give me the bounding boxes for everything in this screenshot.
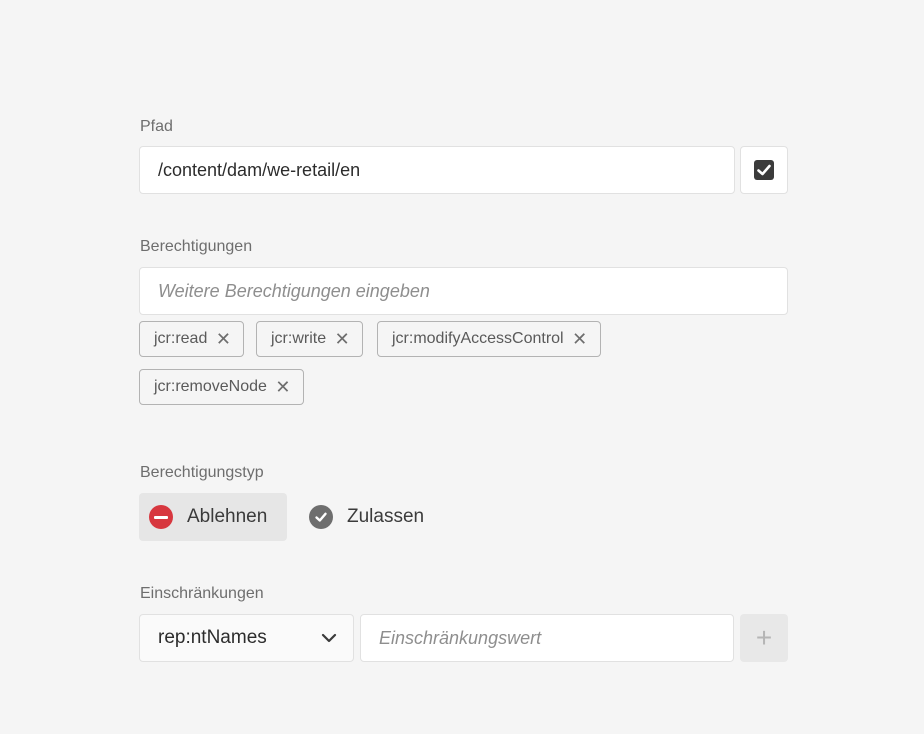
deny-label: Ablehnen bbox=[187, 506, 268, 527]
add-restriction-button[interactable]: + bbox=[740, 614, 788, 662]
restriction-type-select[interactable]: rep:ntNames bbox=[139, 614, 354, 662]
allow-option[interactable]: Zulassen bbox=[299, 493, 434, 541]
permission-tag-modify-access-control: jcr:modifyAccessControl ✕ bbox=[377, 321, 601, 357]
remove-tag-icon[interactable]: ✕ bbox=[334, 329, 350, 350]
tag-label: jcr:modifyAccessControl bbox=[392, 330, 564, 347]
plus-icon: + bbox=[755, 622, 773, 653]
tag-label: jcr:write bbox=[271, 330, 327, 347]
path-label: Pfad bbox=[140, 118, 173, 135]
restriction-value-input[interactable] bbox=[361, 627, 733, 649]
checkbox-checked-icon bbox=[754, 160, 774, 180]
permissions-field[interactable] bbox=[139, 267, 788, 315]
permission-tag-remove-node: jcr:removeNode ✕ bbox=[139, 369, 304, 405]
restriction-type-value: rep:ntNames bbox=[158, 627, 267, 648]
allow-icon bbox=[309, 505, 333, 529]
deny-option[interactable]: Ablehnen bbox=[139, 493, 287, 541]
permission-tag-write: jcr:write ✕ bbox=[256, 321, 364, 357]
path-input[interactable] bbox=[140, 159, 734, 181]
permissions-label: Berechtigungen bbox=[140, 238, 253, 255]
permission-type-label: Berechtigungstyp bbox=[140, 464, 264, 481]
remove-tag-icon[interactable]: ✕ bbox=[215, 329, 231, 350]
remove-tag-icon[interactable]: ✕ bbox=[572, 329, 588, 350]
path-field[interactable] bbox=[139, 146, 735, 194]
allow-label: Zulassen bbox=[347, 506, 425, 527]
restriction-value-field[interactable] bbox=[360, 614, 734, 662]
tag-label: jcr:removeNode bbox=[154, 378, 267, 395]
permission-tag-read: jcr:read ✕ bbox=[139, 321, 245, 357]
restrictions-label: Einschränkungen bbox=[140, 585, 264, 602]
permissions-input[interactable] bbox=[140, 280, 787, 302]
path-browse-button[interactable] bbox=[740, 146, 788, 194]
deny-icon bbox=[149, 505, 173, 529]
chevron-down-icon bbox=[321, 633, 337, 643]
tag-label: jcr:read bbox=[154, 330, 208, 347]
remove-tag-icon[interactable]: ✕ bbox=[275, 377, 291, 398]
